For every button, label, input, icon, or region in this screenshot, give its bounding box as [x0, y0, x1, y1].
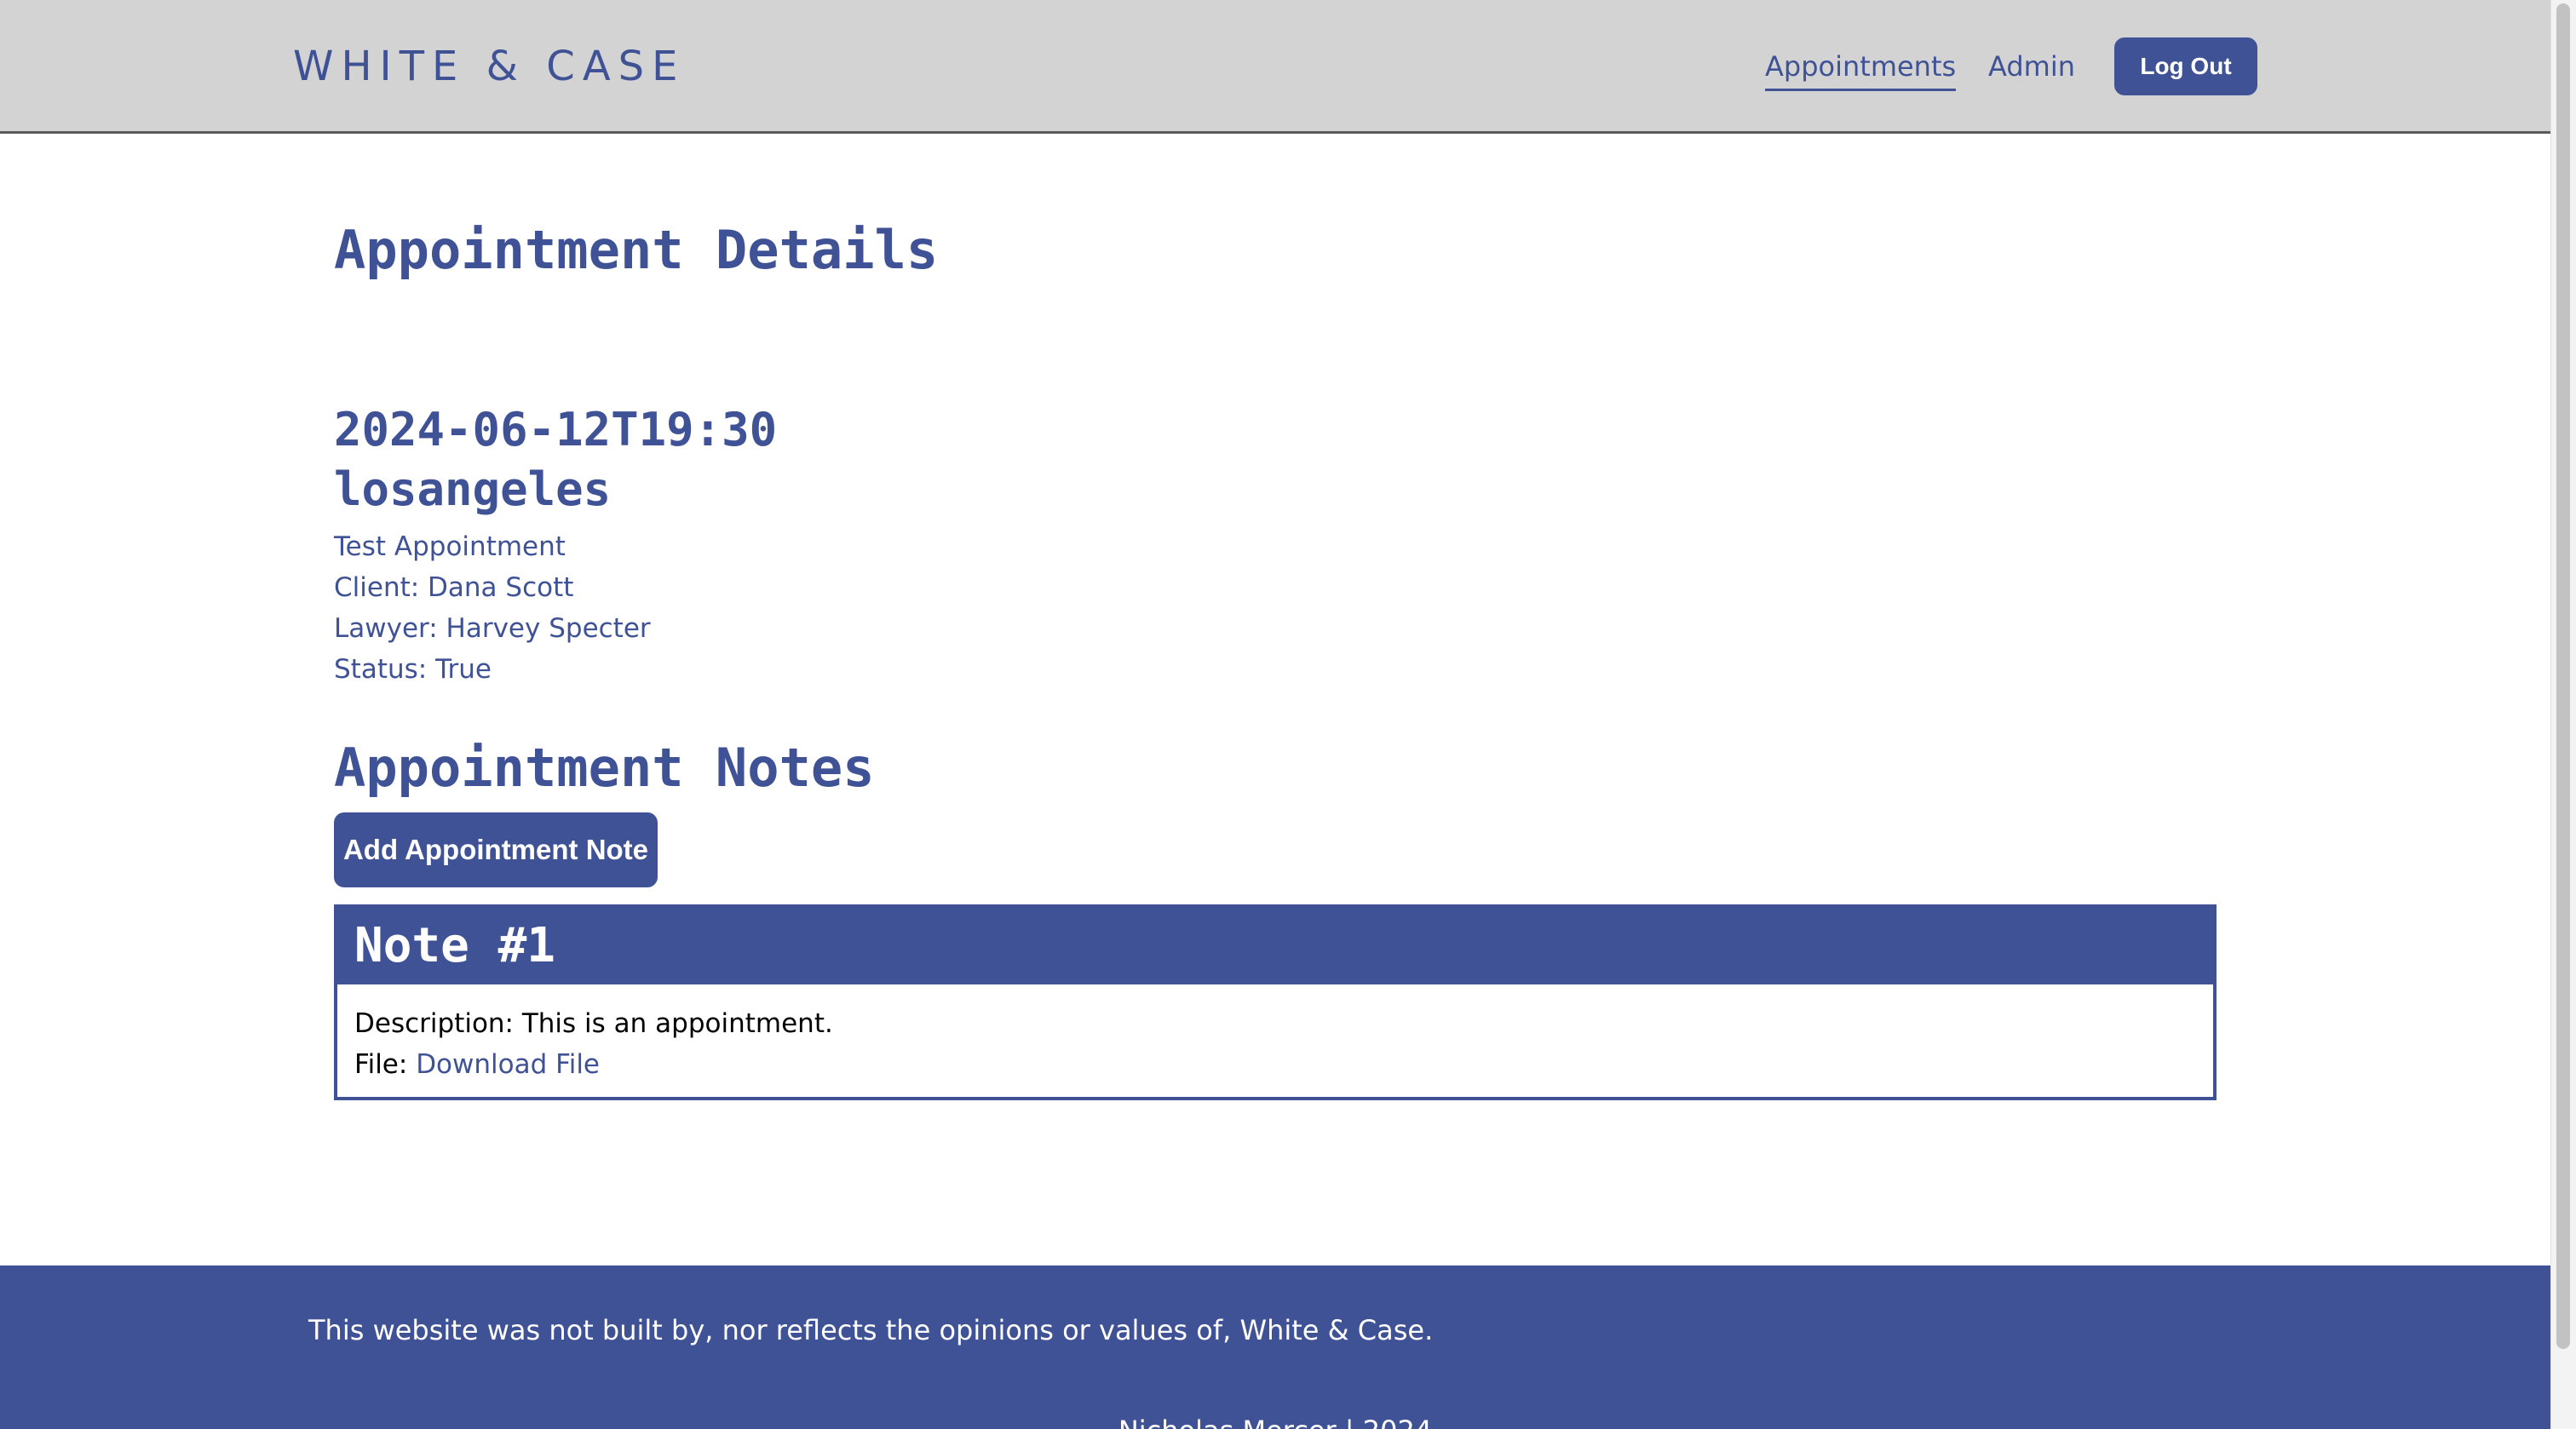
- note-description: Description: This is an appointment.: [354, 1008, 833, 1039]
- page-title: Appointment Details: [334, 219, 939, 281]
- appointment-lawyer: Lawyer: Harvey Specter: [334, 613, 651, 644]
- brand-logo[interactable]: WHITE & CASE: [293, 41, 685, 92]
- appointment-location: losangeles: [334, 462, 612, 516]
- appointment-status: Status: True: [334, 654, 492, 685]
- site-footer: This website was not built by, nor refle…: [0, 1265, 2550, 1429]
- appointment-datetime: 2024-06-12T19:30: [334, 403, 778, 456]
- vertical-scrollbar[interactable]: [2550, 0, 2576, 1429]
- add-appointment-note-button[interactable]: Add Appointment Note: [334, 812, 658, 887]
- note-title: Note #1: [354, 918, 556, 973]
- appointment-client: Client: Dana Scott: [334, 572, 574, 603]
- scrollbar-thumb[interactable]: [2556, 3, 2570, 1349]
- nav-admin-link[interactable]: Admin: [1988, 46, 2075, 87]
- appointment-name: Test Appointment: [334, 531, 566, 562]
- site-header: WHITE & CASE Appointments Admin Log Out: [0, 0, 2550, 134]
- nav-appointments-link[interactable]: Appointments: [1765, 46, 1957, 91]
- log-out-button[interactable]: Log Out: [2114, 37, 2257, 95]
- note-card: Note #1 Description: This is an appointm…: [334, 904, 2217, 1100]
- note-file-row: File: Download File: [354, 1044, 600, 1085]
- footer-credit: Nicholas Mercer | 2024: [0, 1410, 2550, 1429]
- note-card-header: Note #1: [337, 908, 2213, 984]
- download-file-link[interactable]: Download File: [416, 1049, 600, 1080]
- notes-section-title: Appointment Notes: [334, 737, 875, 799]
- note-file-label: File:: [354, 1049, 408, 1080]
- footer-disclaimer: This website was not built by, nor refle…: [308, 1314, 1434, 1346]
